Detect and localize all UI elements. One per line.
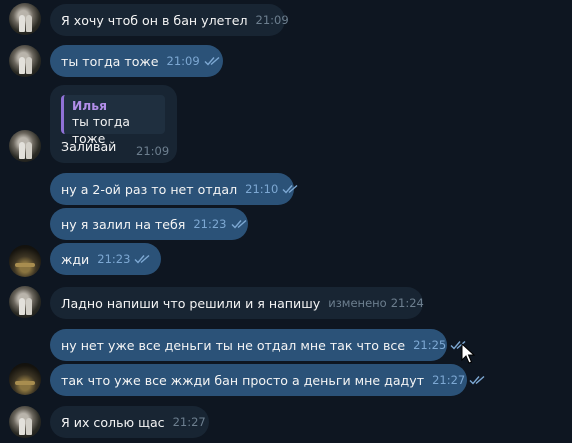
message-text: жди: [61, 251, 90, 267]
reply-author: Илья: [72, 99, 107, 113]
reply-quote[interactable]: Илья ты тогда тоже: [61, 95, 165, 146]
message-bubble-incoming-reply[interactable]: Илья ты тогда тоже Заливай 21:09: [50, 85, 177, 163]
avatar[interactable]: [9, 45, 41, 77]
message-text: ну нет уже все деньги ты не отдал мне та…: [61, 337, 406, 353]
message-bubble-incoming[interactable]: Я хочу чтоб он в бан улетел 21:09: [50, 4, 289, 36]
message-bubble-outgoing[interactable]: ты тогда тоже 21:09: [50, 45, 223, 77]
message-text: Я хочу чтоб он в бан улетел: [61, 12, 248, 28]
avatar[interactable]: [9, 245, 41, 277]
message-text: ты тогда тоже: [61, 53, 159, 69]
double-check-icon: [134, 254, 150, 264]
message-text: так что уже все жжди бан просто а деньги…: [61, 372, 425, 388]
avatar[interactable]: [9, 3, 41, 35]
message-text: Заливай: [61, 139, 117, 154]
message-time: 21:23: [193, 217, 227, 231]
double-check-icon: [469, 375, 485, 385]
message-bubble-incoming[interactable]: Ладно напиши что решили и я напишу измен…: [50, 287, 424, 319]
message-bubble-outgoing[interactable]: ну нет уже все деньги ты не отдал мне та…: [50, 329, 466, 361]
message-bubble-outgoing[interactable]: ну а 2-ой раз то нет отдал 21:10: [50, 173, 298, 205]
message-time: 21:27: [172, 415, 206, 429]
message-text: ну я залил на тебя: [61, 216, 186, 232]
message-time: 21:23: [97, 252, 131, 266]
edited-label: изменено: [328, 296, 387, 310]
message-bubble-outgoing[interactable]: ну я залил на тебя 21:23: [50, 208, 248, 240]
message-time: 21:27: [432, 373, 466, 387]
message-time: 21:25: [413, 338, 447, 352]
message-text: Я их солью щас: [61, 414, 165, 430]
message-bubble-outgoing[interactable]: так что уже все жжди бан просто а деньги…: [50, 364, 485, 396]
message-time: 21:24: [390, 296, 424, 310]
mouse-pointer-icon: [461, 343, 475, 364]
avatar[interactable]: [9, 363, 41, 395]
message-time: 21:09: [136, 144, 170, 158]
message-text: Ладно напиши что решили и я напишу: [61, 295, 321, 311]
double-check-icon: [282, 184, 298, 194]
message-text: ну а 2-ой раз то нет отдал: [61, 181, 238, 197]
avatar[interactable]: [9, 286, 41, 318]
message-time: 21:09: [166, 54, 200, 68]
double-check-icon: [204, 56, 220, 66]
message-time: 21:09: [255, 13, 289, 27]
message-bubble-outgoing[interactable]: жди 21:23: [50, 243, 161, 275]
double-check-icon: [231, 219, 246, 229]
message-bubble-incoming[interactable]: Я их солью щас 21:27: [50, 406, 209, 438]
avatar[interactable]: [9, 406, 41, 438]
avatar[interactable]: [9, 130, 41, 162]
message-time: 21:10: [245, 182, 279, 196]
